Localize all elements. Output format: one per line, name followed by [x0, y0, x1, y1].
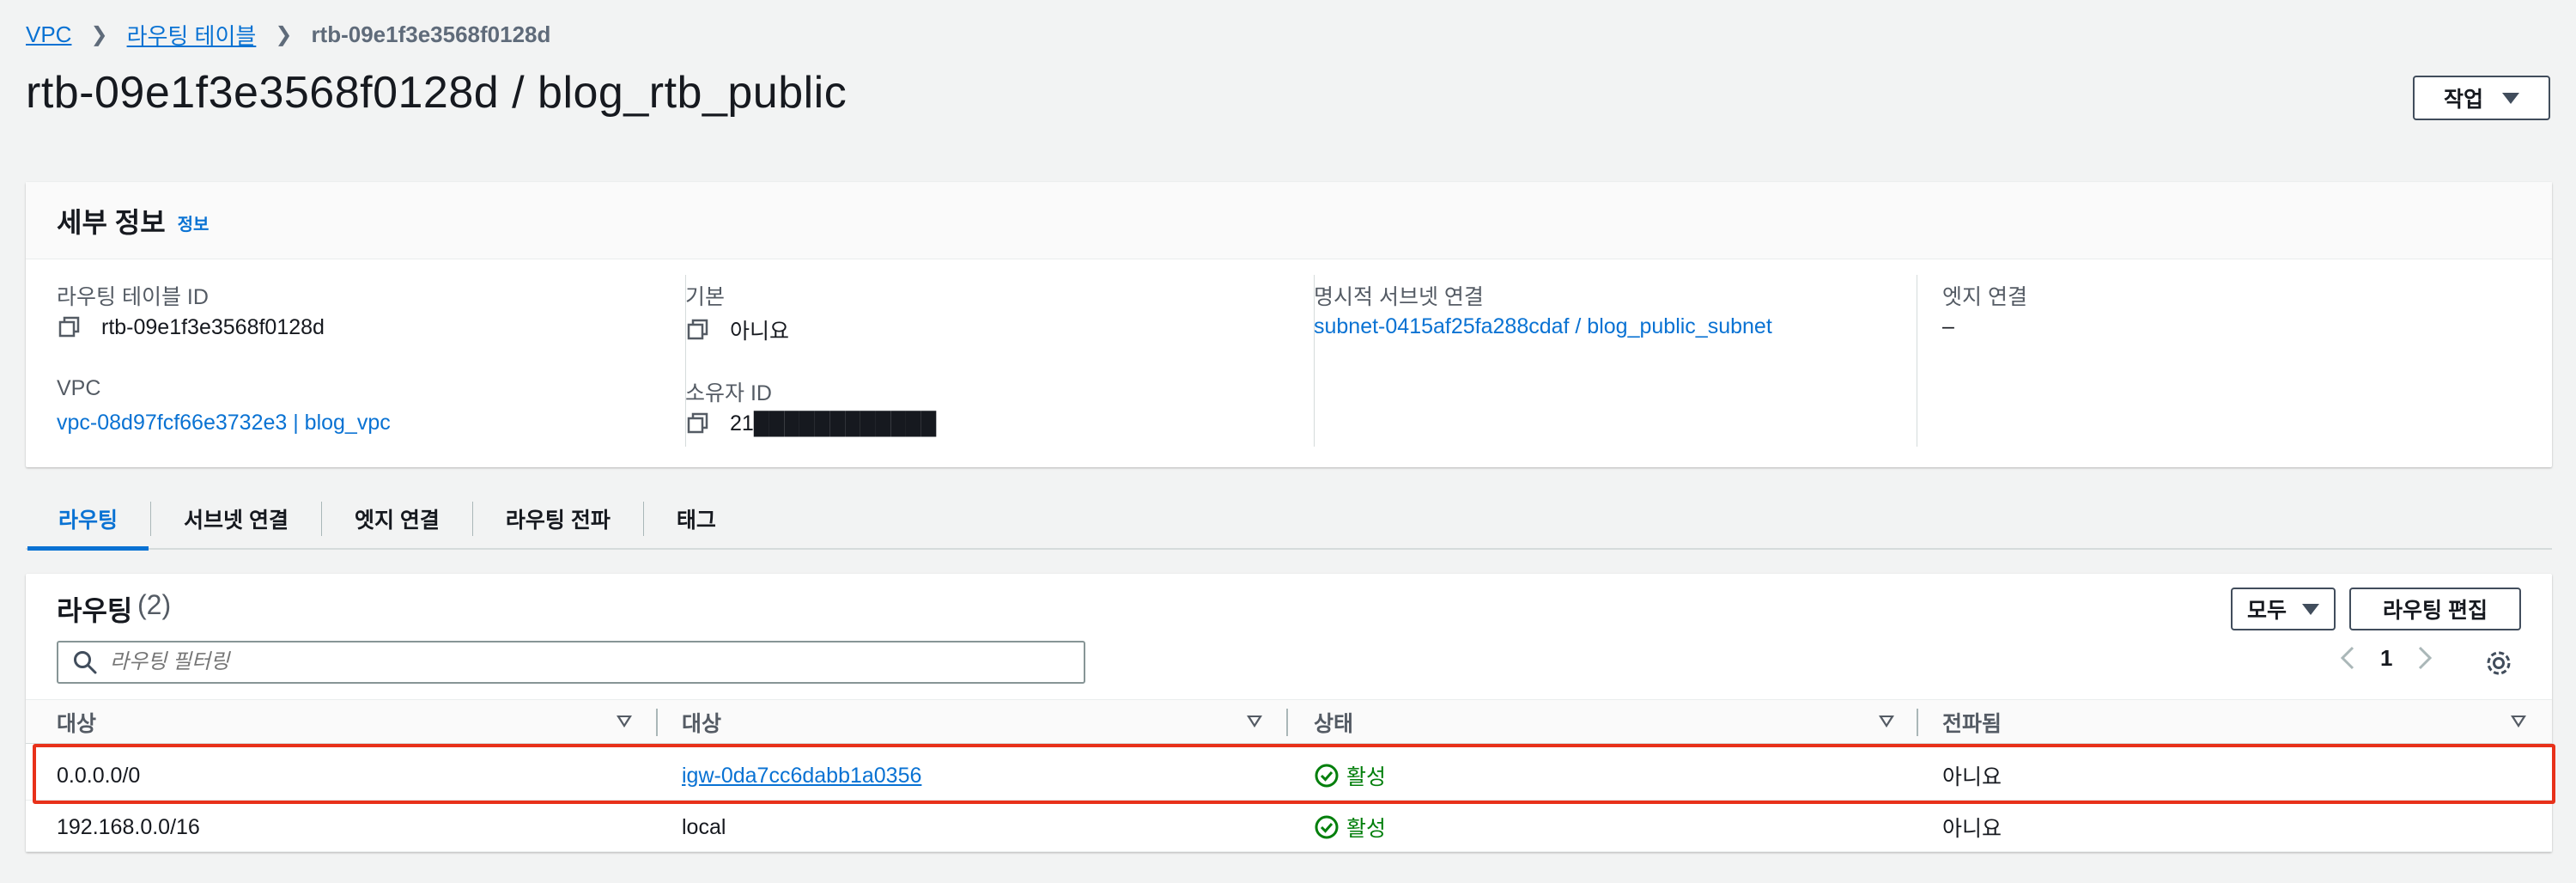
caret-down-icon	[2302, 603, 2319, 615]
column-header-propagated[interactable]: 전파됨	[1942, 700, 2002, 745]
main-label: 기본	[685, 285, 726, 309]
column-divider[interactable]	[1286, 709, 1288, 736]
vpc-label: VPC	[57, 376, 101, 400]
edit-routes-button[interactable]: 라우팅 편집	[2349, 588, 2521, 630]
subnet-association-label: 명시적 서브넷 연결	[1314, 285, 1484, 309]
sort-icon[interactable]	[1247, 716, 1262, 728]
owner-id-label: 소유자 ID	[685, 381, 772, 405]
status-success-icon	[1315, 764, 1339, 788]
route-target-link[interactable]: igw-0da7cc6dabb1a0356	[682, 764, 921, 789]
route-table-id-label: 라우팅 테이블 ID	[57, 285, 209, 309]
copy-icon[interactable]	[685, 411, 711, 436]
sort-icon[interactable]	[2511, 716, 2526, 728]
main-value: 아니요	[685, 314, 789, 345]
tab-tags[interactable]: 태그	[644, 489, 749, 549]
chevron-right-icon: ❯	[90, 23, 108, 46]
breadcrumb: VPC ❯ 라우팅 테이블 ❯ rtb-09e1f3e3568f0128d	[26, 19, 550, 51]
routes-panel: 라우팅 (2) 모두 라우팅 편집 1 대상 대상 상태	[26, 574, 2555, 852]
page-number[interactable]: 1	[2380, 645, 2392, 672]
copy-icon[interactable]	[685, 317, 711, 343]
breadcrumb-route-tables-link[interactable]: 라우팅 테이블	[127, 19, 257, 51]
routes-count: (2)	[137, 589, 172, 620]
details-title: 세부 정보	[57, 206, 166, 238]
route-propagated: 아니요	[1942, 765, 2002, 789]
route-status: 활성	[1314, 802, 1386, 852]
tab-routes[interactable]: 라우팅	[26, 489, 150, 551]
sort-icon[interactable]	[1879, 716, 1894, 728]
subnet-association-link[interactable]: subnet-0415af25fa288cdaf / blog_public_s…	[1314, 314, 1772, 339]
route-status-text: 활성	[1346, 765, 1387, 789]
route-filter[interactable]	[57, 641, 1085, 684]
route-filter-input[interactable]	[110, 650, 1054, 674]
column-header-status[interactable]: 상태	[1314, 700, 1353, 745]
column-header-destination[interactable]: 대상	[57, 700, 96, 745]
sort-icon[interactable]	[617, 716, 632, 728]
column-divider[interactable]	[1917, 709, 1918, 736]
column-header-target[interactable]: 대상	[682, 700, 721, 745]
route-table-id-value: rtb-09e1f3e3568f0128d	[57, 314, 325, 340]
edge-association-label: 엣지 연결	[1942, 285, 2027, 309]
breadcrumb-vpc-link[interactable]: VPC	[26, 21, 71, 48]
breadcrumb-current: rtb-09e1f3e3568f0128d	[311, 21, 551, 47]
copy-icon[interactable]	[57, 314, 82, 340]
caret-down-icon	[2502, 92, 2519, 104]
table-row: 192.168.0.0/16 local 활성 아니요	[26, 802, 2552, 852]
filter-all-dropdown[interactable]: 모두	[2231, 588, 2336, 630]
vpc-link[interactable]: vpc-08d97fcf66e3732e3 | blog_vpc	[57, 411, 391, 435]
tab-subnet-associations[interactable]: 서브넷 연결	[151, 489, 321, 549]
chevron-right-icon[interactable]	[2411, 641, 2437, 675]
actions-button[interactable]: 작업	[2413, 76, 2550, 120]
page-title: rtb-09e1f3e3568f0128d / blog_rtb_public	[26, 68, 848, 118]
filter-all-label: 모두	[2246, 599, 2287, 623]
main-value-text: 아니요	[730, 320, 790, 344]
tab-route-propagation[interactable]: 라우팅 전파	[473, 489, 643, 549]
details-panel: 세부 정보 정보 라우팅 테이블 ID rtb-09e1f3e3568f0128…	[26, 182, 2552, 467]
route-status-text: 활성	[1346, 817, 1387, 841]
route-target: local	[682, 814, 726, 839]
owner-id-value: 21████████████	[685, 411, 936, 436]
owner-id-text: 21████████████	[730, 411, 937, 435]
column-divider[interactable]	[656, 709, 658, 736]
info-link[interactable]: 정보	[178, 210, 210, 235]
route-destination: 192.168.0.0/16	[57, 814, 200, 839]
table-row: 0.0.0.0/0 igw-0da7cc6dabb1a0356 활성 아니요	[26, 751, 2552, 801]
route-status: 활성	[1314, 751, 1386, 801]
table-header: 대상 대상 상태 전파됨	[26, 699, 2552, 744]
settings-gear-icon[interactable]	[2483, 648, 2514, 679]
actions-button-label: 작업	[2443, 88, 2483, 112]
chevron-left-icon[interactable]	[2336, 641, 2361, 675]
routes-title: 라우팅	[57, 595, 133, 626]
route-destination: 0.0.0.0/0	[57, 763, 141, 788]
status-success-icon	[1315, 815, 1339, 839]
search-icon	[74, 651, 97, 674]
route-table-id-text: rtb-09e1f3e3568f0128d	[101, 314, 325, 339]
edge-association-value: –	[1942, 314, 1954, 338]
route-propagated: 아니요	[1942, 817, 2002, 841]
chevron-right-icon: ❯	[275, 23, 293, 46]
tab-edge-associations[interactable]: 엣지 연결	[322, 489, 472, 549]
pagination: 1	[2336, 641, 2437, 675]
details-header: 세부 정보 정보	[26, 182, 2552, 259]
tab-bar: 라우팅 서브넷 연결 엣지 연결 라우팅 전파 태그	[26, 489, 2552, 551]
